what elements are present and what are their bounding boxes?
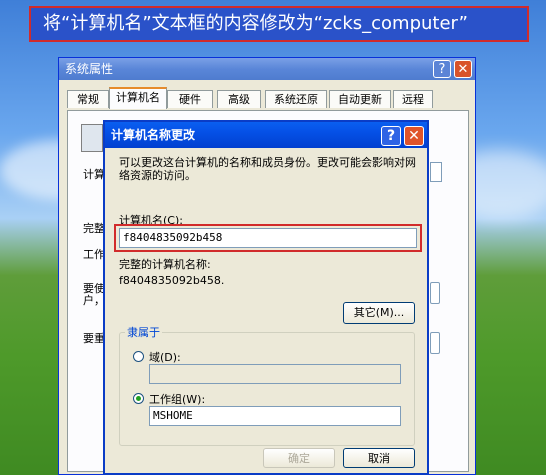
tab-advanced[interactable]: 高级	[217, 90, 261, 108]
computer-name-changes-dialog: 计算机名称更改 ? ✕ 可以更改这台计算机的名称和成员身份。更改可能会影响对网络…	[103, 120, 429, 475]
member-of-label: 隶属于	[125, 324, 162, 340]
side-label: 户，	[83, 294, 105, 307]
outer-field-edge	[430, 162, 442, 182]
close-icon: ✕	[408, 128, 420, 144]
outer-button-edge	[430, 282, 440, 304]
computer-icon	[81, 124, 103, 152]
instruction-text: 将“计算机名”文本框的内容修改为“zcks_computer”	[43, 13, 469, 34]
domain-label: 域(D):	[149, 351, 181, 364]
ok-button[interactable]: 确定	[263, 448, 335, 468]
instruction-banner: 将“计算机名”文本框的内容修改为“zcks_computer”	[29, 6, 529, 42]
side-label: 工作	[83, 248, 105, 261]
dialog-description: 可以更改这台计算机的名称和成员身份。更改可能会影响对网络资源的访问。	[119, 156, 416, 182]
outer-button-edge	[430, 332, 440, 354]
tab-auto-update[interactable]: 自动更新	[329, 90, 391, 108]
outer-title-bar: 系统属性 ? ✕	[59, 58, 475, 80]
dialog-close-button[interactable]: ✕	[404, 126, 424, 146]
workgroup-label: 工作组(W):	[149, 393, 206, 406]
help-icon: ?	[386, 128, 396, 144]
dialog-title: 计算机名称更改	[111, 128, 196, 142]
tab-computer-name[interactable]: 计算机名	[109, 87, 167, 109]
side-label: 计算	[83, 168, 105, 181]
workgroup-radio[interactable]	[133, 393, 144, 404]
tab-general[interactable]: 常规	[67, 90, 109, 108]
outer-window-title: 系统属性	[65, 62, 114, 76]
dialog-help-button[interactable]: ?	[381, 126, 401, 146]
tab-system-restore[interactable]: 系统还原	[265, 90, 327, 108]
domain-input[interactable]	[149, 364, 401, 384]
full-name-label: 完整的计算机名称:	[119, 258, 211, 271]
workgroup-input[interactable]: MSHOME	[149, 406, 401, 426]
more-button[interactable]: 其它(M)...	[343, 302, 415, 324]
tab-hardware[interactable]: 硬件	[167, 90, 213, 108]
dialog-title-bar: 计算机名称更改 ? ✕	[105, 122, 427, 148]
outer-help-button[interactable]: ?	[433, 60, 451, 78]
side-label: 要重	[83, 332, 105, 345]
outer-close-button[interactable]: ✕	[454, 60, 472, 78]
full-name-value: f8404835092b458.	[119, 274, 225, 287]
close-icon: ✕	[457, 62, 469, 77]
highlight-box	[114, 224, 422, 252]
tab-remote[interactable]: 远程	[393, 90, 433, 108]
side-label: 完整	[83, 222, 105, 235]
domain-radio[interactable]	[133, 351, 144, 362]
help-icon: ?	[438, 62, 446, 77]
cancel-button[interactable]: 取消	[343, 448, 415, 468]
